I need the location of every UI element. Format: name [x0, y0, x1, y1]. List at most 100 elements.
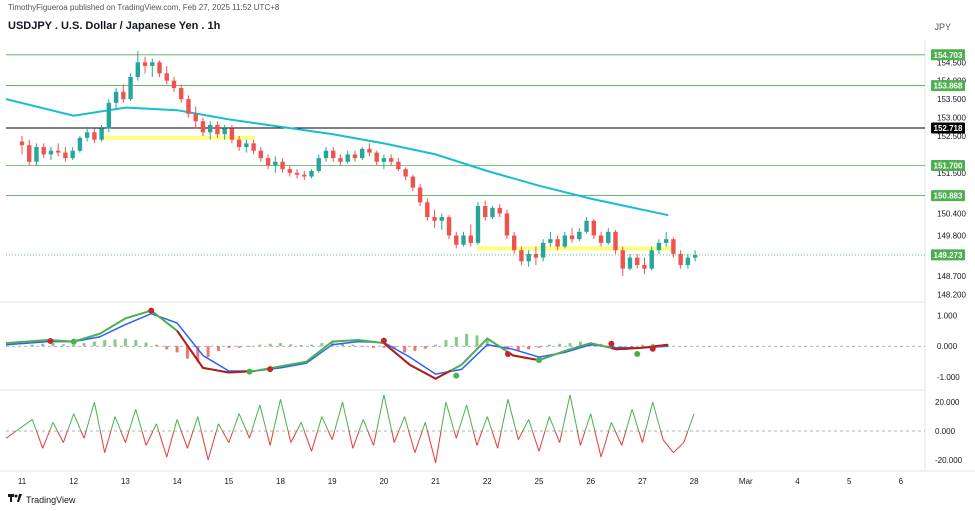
macd-histogram-bar [475, 335, 479, 347]
oscillator-segment [173, 419, 178, 432]
candle-body [280, 161, 285, 170]
oscillator-segment [62, 430, 68, 443]
oscillator-segment [579, 430, 586, 446]
tradingview-brand[interactable]: TradingView [8, 494, 76, 505]
candle-body [84, 132, 90, 138]
macd-histogram-bar [206, 346, 210, 358]
candle-body [164, 73, 169, 81]
candle-body [63, 152, 68, 159]
candle-body [171, 80, 177, 89]
oscillator-segment [221, 430, 230, 443]
candle-body [309, 171, 314, 177]
candle-body [48, 150, 54, 155]
price-tick-label: 149.800 [937, 232, 966, 241]
oscillator-segment [373, 430, 378, 446]
oscillator-segment [83, 430, 87, 439]
price-panel [5, 51, 925, 277]
oscillator-segment [31, 419, 37, 432]
oscillator-segment [608, 422, 612, 432]
oscillator-segment [531, 430, 540, 452]
oscillator-segment [290, 430, 298, 443]
oscillator-segment [362, 419, 369, 432]
tradingview-logo-icon [8, 494, 22, 505]
macd-histogram-bar [310, 344, 314, 347]
oscillator-segment [584, 413, 592, 432]
macd-histogram-bar [72, 344, 76, 347]
oscillator-segment [348, 430, 354, 449]
oscillator-segment [197, 416, 202, 432]
oscillator-segment [352, 430, 360, 449]
candle-body [77, 137, 83, 151]
oscillator-segment [600, 430, 610, 458]
macd-cross-marker [148, 307, 155, 314]
candle-body [135, 62, 141, 78]
oscillator-segment [594, 430, 602, 458]
macd-histogram-bar [372, 346, 376, 348]
oscillator-segment [120, 430, 126, 443]
oscillator-segment [300, 422, 305, 432]
oscillator-segment [15, 419, 33, 432]
candle-body [381, 158, 387, 162]
oscillator-segment [200, 430, 209, 461]
oscillator-segment [342, 402, 350, 432]
candle-body [446, 217, 452, 236]
macd-histogram-bar [237, 346, 241, 348]
oscillator-segment [515, 430, 519, 440]
oscillator-segment [458, 404, 468, 432]
oscillator-segment [42, 430, 51, 449]
x-tick-label: 27 [638, 477, 647, 486]
candle-body [388, 158, 394, 162]
oscillator-segment [99, 430, 106, 453]
level-price-label: 151.700 [934, 161, 963, 170]
oscillator-segment [472, 430, 478, 446]
candle-body [367, 148, 372, 153]
candle-body [635, 257, 640, 265]
oscillator-segment [287, 430, 292, 443]
macd-histogram-bar [175, 346, 179, 353]
oscillator-segment [393, 430, 400, 443]
price-tick-label: 148.700 [937, 272, 966, 281]
macd-histogram-bar [30, 344, 34, 347]
candle-body [483, 206, 488, 218]
oscillator-tick-label: 0.000 [935, 427, 956, 436]
macd-histogram-bar [558, 343, 562, 347]
oscillator-segment [621, 430, 627, 446]
candle-body [92, 132, 97, 140]
oscillator-segment [569, 394, 578, 432]
candle-body [150, 62, 155, 66]
candle-body [34, 147, 39, 162]
candle-body [27, 145, 32, 162]
oscillator-segment [455, 430, 460, 439]
macd-histogram-bar [61, 344, 65, 347]
oscillator-segment [638, 430, 643, 443]
candle-body [425, 202, 430, 218]
candle-body [627, 257, 633, 269]
macd-histogram-bar [527, 346, 531, 350]
current-price-label: 149.273 [934, 251, 963, 260]
oscillator-segment [152, 423, 157, 432]
x-tick-label: 20 [379, 477, 388, 486]
oscillator-segment [435, 430, 442, 463]
oscillator-segment [110, 416, 116, 432]
oscillator-panel [5, 394, 925, 463]
candle-body [179, 88, 184, 100]
chart-canvas[interactable]: 11 12 13 14 15 18 19 20 21 22 25 26 27 28 Mar 4 5 6154.50… [0, 0, 975, 511]
candle-body [258, 150, 264, 159]
oscillator-segment [36, 430, 44, 449]
oscillator-segment [303, 430, 312, 452]
oscillator-segment [424, 422, 428, 432]
oscillator-tick-label: 20.000 [935, 398, 960, 407]
oscillator-segment [218, 423, 223, 432]
support-zone [476, 246, 674, 251]
candle-body [229, 128, 235, 140]
oscillator-segment [238, 413, 247, 432]
oscillator-segment [232, 413, 240, 432]
oscillator-segment [85, 401, 95, 432]
oscillator-segment [554, 430, 561, 443]
x-tick-label: 25 [535, 477, 544, 486]
macd-histogram-bar [103, 340, 107, 347]
axes: 11 12 13 14 15 18 19 20 21 22 25 26 27 28 Mar 4 5 6154.50… [18, 49, 966, 486]
macd-cross-marker [536, 357, 542, 364]
oscillator-segment [404, 416, 410, 432]
x-tick-label: 28 [690, 477, 699, 486]
